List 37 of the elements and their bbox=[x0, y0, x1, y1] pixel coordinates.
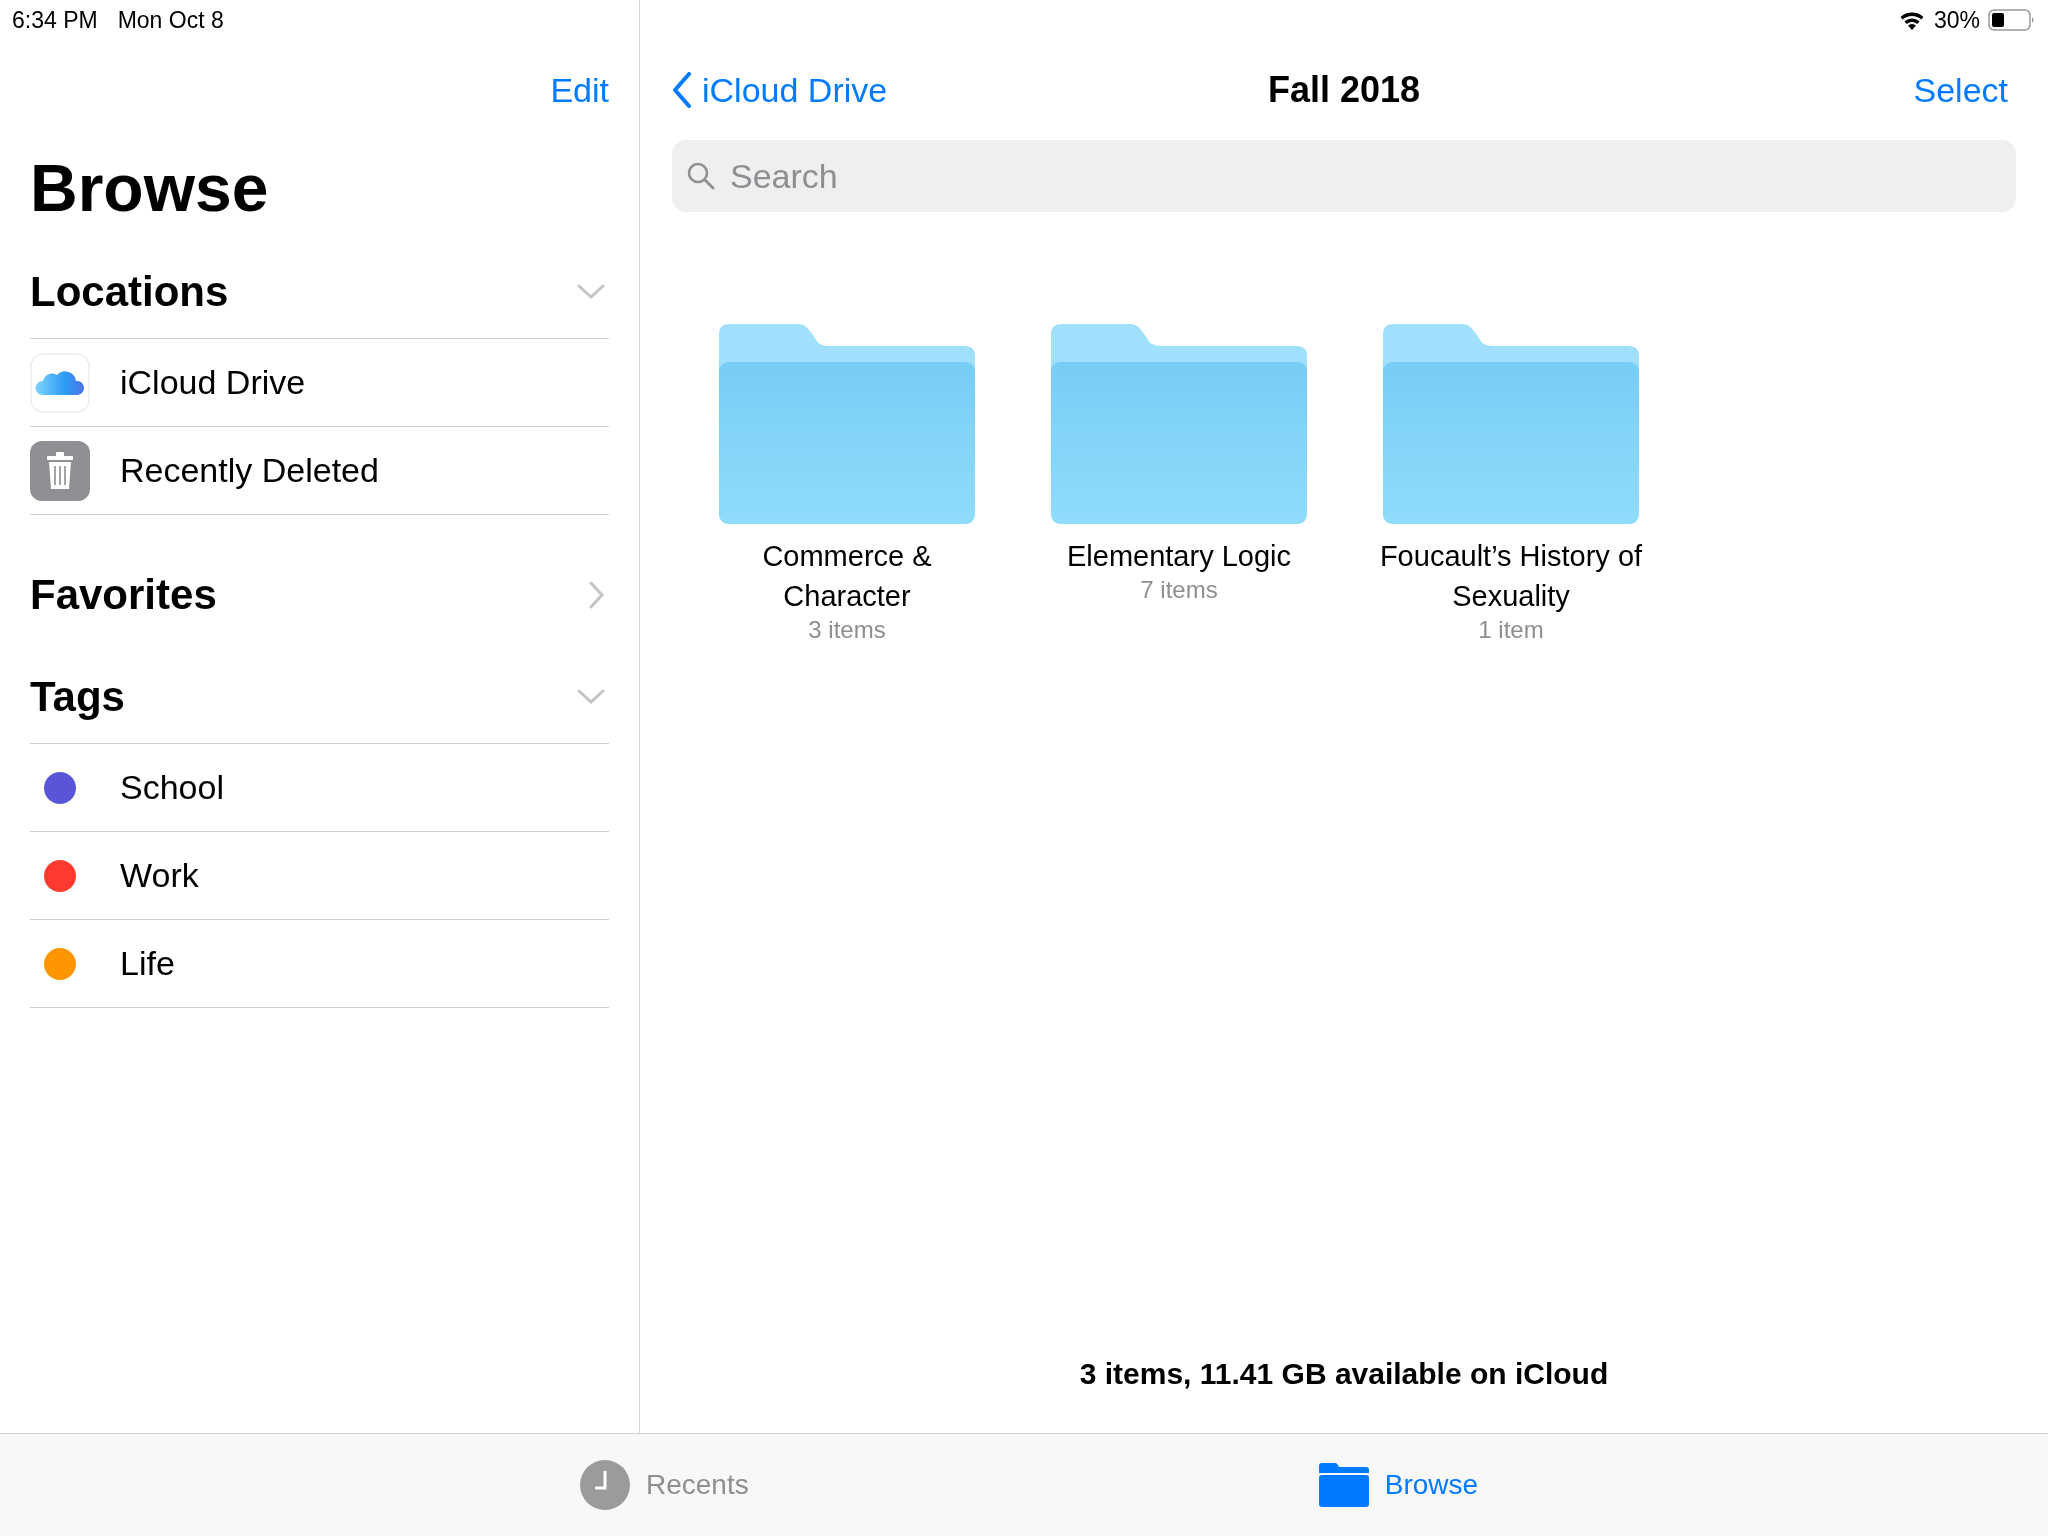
sidebar-item[interactable]: School bbox=[30, 744, 609, 832]
folder-icon[interactable] bbox=[719, 324, 975, 524]
chevron-left-icon bbox=[672, 72, 692, 108]
item-count: 3 items bbox=[808, 616, 886, 644]
cloud-icon bbox=[30, 352, 90, 413]
folder-icon[interactable] bbox=[1051, 324, 1307, 524]
sidebar-item[interactable]: Life bbox=[30, 920, 609, 1008]
item-count: 1 item bbox=[1478, 616, 1544, 644]
battery-icon bbox=[1988, 8, 2036, 32]
sidebar-item[interactable]: Work bbox=[30, 832, 609, 920]
item-count: 7 items bbox=[1140, 576, 1218, 604]
folder-icon bbox=[1318, 1463, 1369, 1507]
status-time: 6:34 PM bbox=[12, 6, 98, 34]
sidebar-title: Browse bbox=[30, 150, 270, 226]
section-heading: Tags bbox=[30, 673, 125, 721]
folder-title: Fall 2018 bbox=[1267, 69, 1421, 111]
section-heading: Favorites bbox=[30, 571, 217, 619]
select-button[interactable]: Select bbox=[1716, 70, 2016, 110]
folder-name: Foucault’s History of Sexuality bbox=[1378, 539, 1644, 614]
clock-icon bbox=[580, 1460, 630, 1510]
status-date: Mon Oct 8 bbox=[117, 6, 224, 34]
sidebar-item[interactable]: iCloud Drive bbox=[30, 339, 609, 427]
chevron-down-icon[interactable] bbox=[577, 689, 605, 705]
sidebar-item[interactable]: Recently Deleted bbox=[30, 427, 609, 515]
back-button[interactable]: iCloud Drive bbox=[672, 70, 972, 110]
chevron-right-icon[interactable] bbox=[589, 581, 605, 609]
trash-icon bbox=[30, 440, 90, 501]
folder-name: Commerce & Character bbox=[761, 539, 933, 614]
storage-summary: 3 items, 11.41 GB available on iCloud bbox=[1078, 1357, 1610, 1391]
chevron-down-icon[interactable] bbox=[577, 284, 605, 300]
folder-name: Elementary Logic bbox=[1065, 539, 1293, 574]
search-field[interactable]: Search bbox=[672, 140, 2016, 212]
folder-icon[interactable] bbox=[1383, 324, 1639, 524]
edit-button[interactable]: Edit bbox=[550, 70, 609, 110]
tab-bar-item[interactable]: Browse bbox=[1318, 1434, 1479, 1536]
section-heading: Locations bbox=[30, 268, 229, 316]
battery-percentage: 30% bbox=[1933, 6, 1980, 34]
